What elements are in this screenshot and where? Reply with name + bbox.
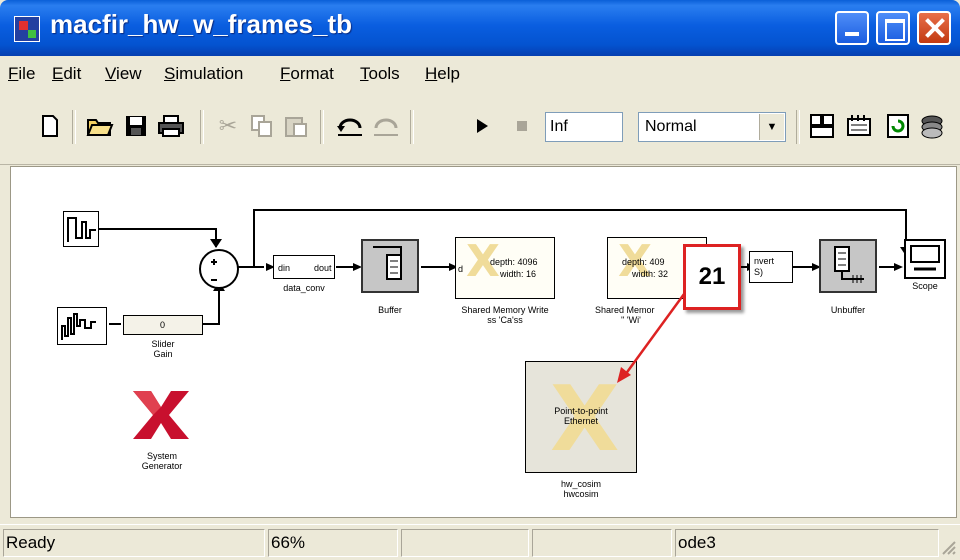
buffer-block[interactable] xyxy=(361,239,419,293)
model-canvas[interactable]: 0 Slider Gain din dout data_conv Buffer … xyxy=(10,166,957,518)
stop-icon[interactable] xyxy=(508,112,536,140)
toolbar-separator xyxy=(796,110,800,144)
signal-source-block[interactable] xyxy=(63,211,99,247)
shared-write-sublabel: ss 'Ca'ss xyxy=(487,315,523,325)
menu-view[interactable]: View xyxy=(105,64,142,84)
refresh-icon[interactable] xyxy=(884,112,912,140)
status-empty-panel xyxy=(532,529,672,557)
status-empty-panel xyxy=(401,529,529,557)
resize-grip-icon[interactable] xyxy=(940,539,956,555)
shared-write-port-label: d xyxy=(458,264,464,274)
data-conv-block[interactable]: din dout xyxy=(273,255,335,279)
menu-format[interactable]: Format xyxy=(280,64,334,84)
scope-block[interactable] xyxy=(904,239,946,279)
hw-cosim-sublabel: hwcosim xyxy=(563,489,599,499)
save-icon[interactable] xyxy=(122,112,150,140)
status-zoom: 66% xyxy=(268,529,398,557)
status-bar: Ready 66% ode3 xyxy=(0,524,960,560)
sum-block[interactable] xyxy=(199,249,239,289)
system-generator-label: System Generator xyxy=(141,451,183,471)
print-icon[interactable] xyxy=(157,112,185,140)
status-solver: ode3 xyxy=(675,529,939,557)
simulink-window: macfir_hw_w_frames_tb File Edit View Sim… xyxy=(0,0,960,560)
scope-label: Scope xyxy=(912,281,938,291)
toolbar: ✂ Inf Normal ▼ xyxy=(0,90,960,165)
simulation-mode-value: Normal xyxy=(645,118,697,135)
convert-line2: S) xyxy=(754,267,763,277)
slider-gain-value: 0 xyxy=(160,320,166,330)
start-icon[interactable] xyxy=(468,112,496,140)
menu-edit[interactable]: Edit xyxy=(52,64,81,84)
simulink-app-icon[interactable] xyxy=(14,16,40,42)
chevron-down-icon[interactable]: ▼ xyxy=(759,114,784,140)
buffer-label: Buffer xyxy=(378,305,402,315)
new-icon[interactable] xyxy=(36,112,64,140)
open-icon[interactable] xyxy=(86,112,114,140)
status-ready: Ready xyxy=(3,529,265,557)
library-icon[interactable] xyxy=(808,112,836,140)
shared-memory-write-block[interactable]: X d depth: 4096 width: 16 xyxy=(455,237,555,299)
model-explorer-icon[interactable] xyxy=(845,112,873,140)
slider-gain-label: Slider Gain xyxy=(151,339,175,359)
copy-icon[interactable] xyxy=(248,112,276,140)
menu-file[interactable]: File xyxy=(8,64,35,84)
data-conv-out-port: dout xyxy=(314,263,332,273)
callout-badge: 21 xyxy=(683,244,741,310)
close-button[interactable] xyxy=(917,11,951,45)
paste-icon[interactable] xyxy=(282,112,310,140)
unbuffer-block[interactable] xyxy=(819,239,877,293)
convert-line1: nvert xyxy=(754,256,775,266)
noise-source-block[interactable] xyxy=(57,307,107,345)
menu-tools[interactable]: Tools xyxy=(360,64,400,84)
toolbar-separator xyxy=(410,110,414,144)
shared-write-depth: depth: 4096 xyxy=(490,257,538,267)
toolbar-separator xyxy=(72,110,76,144)
title-bar[interactable]: macfir_hw_w_frames_tb xyxy=(0,0,960,56)
shared-write-width: width: 16 xyxy=(500,269,537,279)
maximize-button[interactable] xyxy=(876,11,910,45)
xilinx-logo-icon[interactable] xyxy=(131,389,191,441)
debug-icon[interactable] xyxy=(918,112,946,140)
convert-block[interactable]: nvert S) xyxy=(749,251,793,283)
redo-icon[interactable] xyxy=(372,112,400,140)
menu-simulation[interactable]: Simulation xyxy=(164,64,243,84)
cut-icon[interactable]: ✂ xyxy=(214,112,242,140)
data-conv-in-port: din xyxy=(278,263,291,273)
toolbar-separator xyxy=(200,110,204,144)
shared-write-label: Shared Memory Write xyxy=(461,305,549,315)
data-conv-label: data_conv xyxy=(283,283,325,293)
hw-cosim-text: Point-to-point Ethernet xyxy=(554,406,608,426)
simulation-mode-select[interactable]: Normal ▼ xyxy=(638,112,786,142)
window-title: macfir_hw_w_frames_tb xyxy=(50,9,353,39)
undo-icon[interactable] xyxy=(336,112,364,140)
toolbar-separator xyxy=(320,110,324,144)
stop-time-input[interactable]: Inf xyxy=(545,112,623,142)
slider-gain-block[interactable]: 0 xyxy=(123,315,203,335)
minimize-button[interactable] xyxy=(835,11,869,45)
menu-help[interactable]: Help xyxy=(425,64,460,84)
hw-cosim-label: hw_cosim xyxy=(560,479,601,489)
menu-bar: File Edit View Simulation Format Tools H… xyxy=(0,56,960,91)
unbuffer-label: Unbuffer xyxy=(830,305,866,315)
shared-read-depth: depth: 409 xyxy=(622,257,665,267)
